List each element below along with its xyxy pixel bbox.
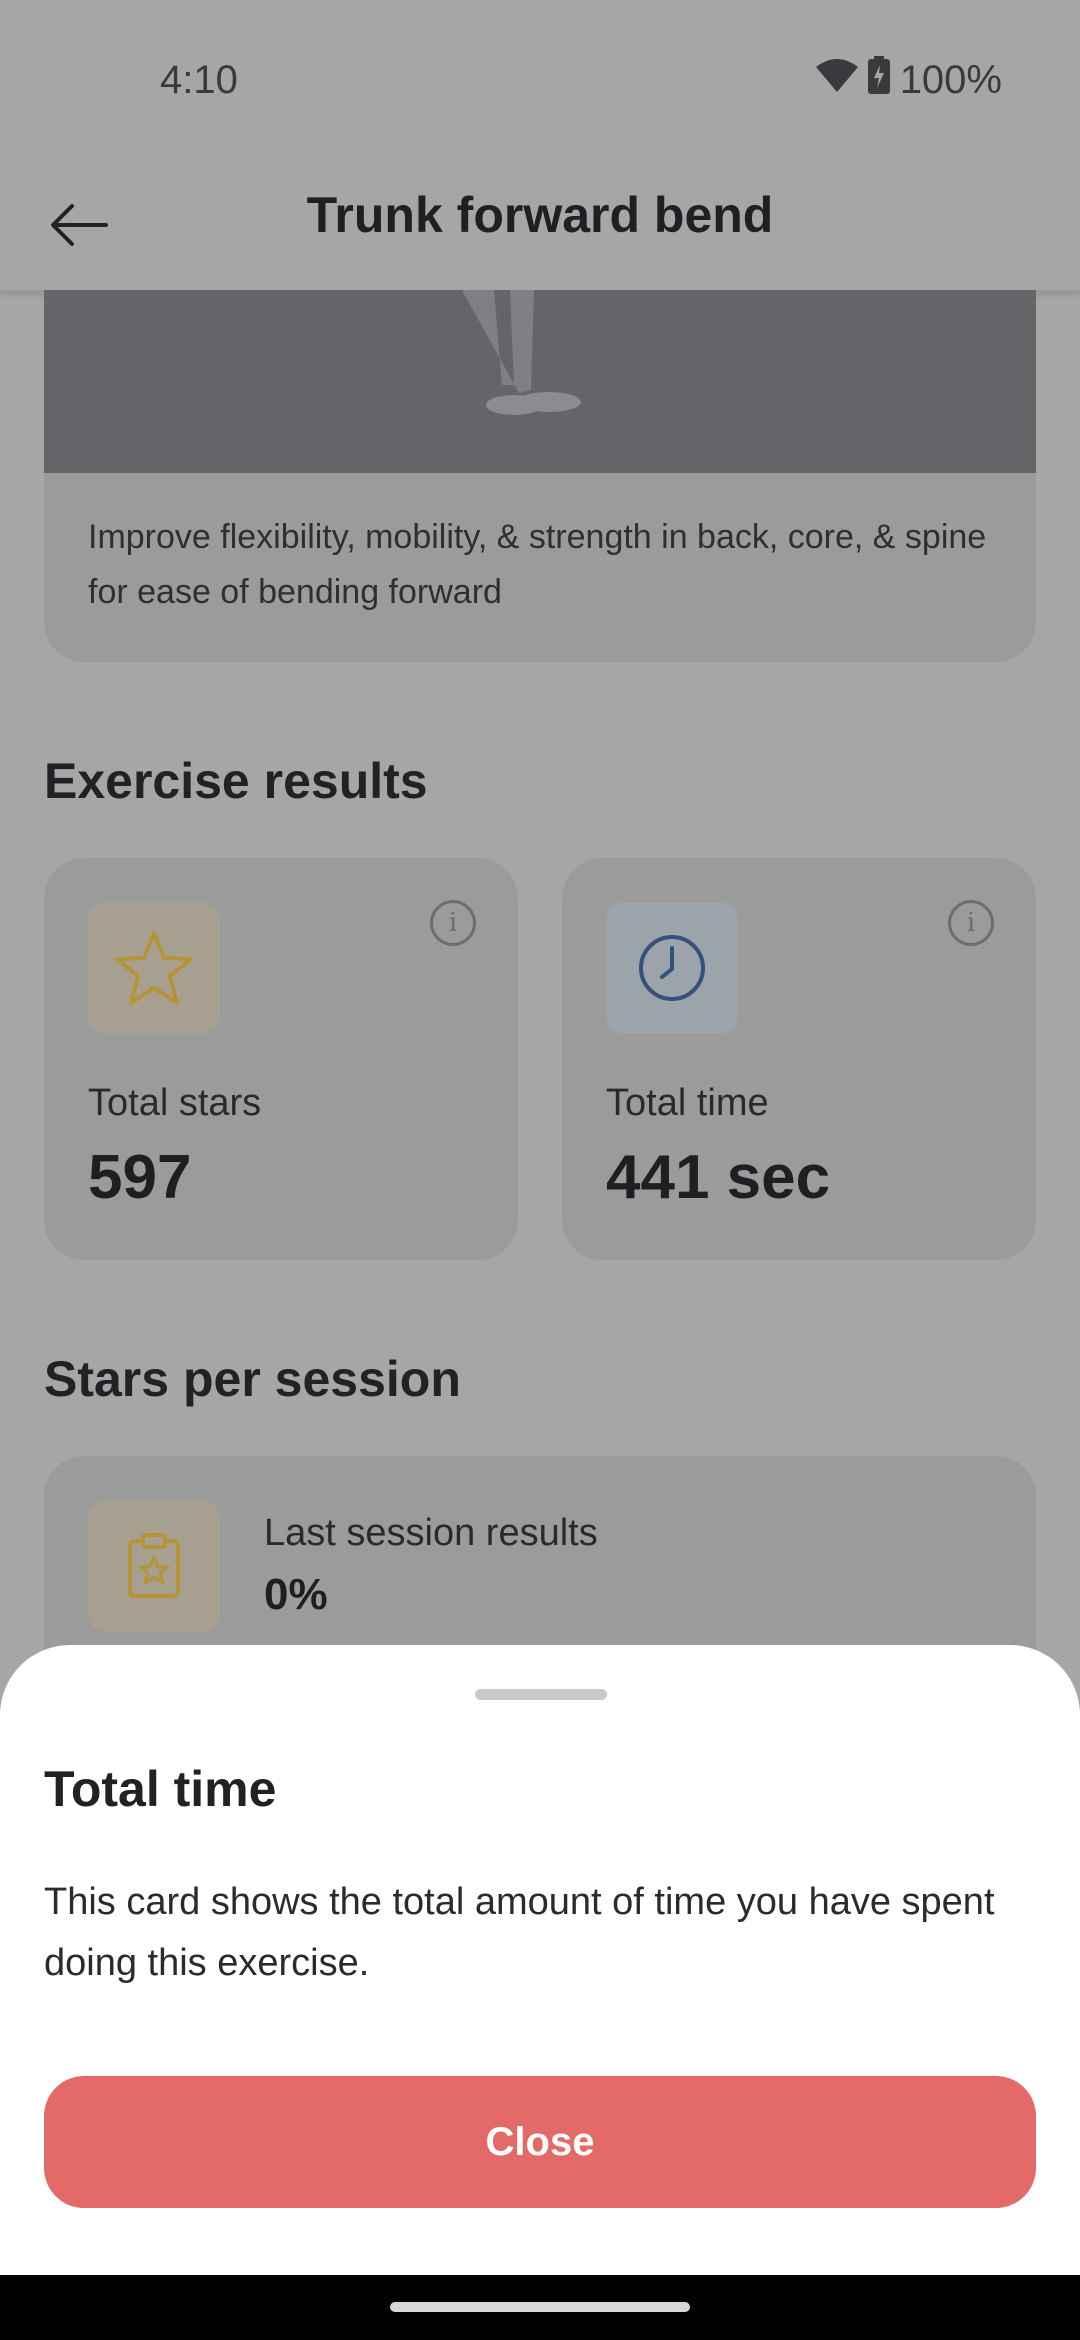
info-icon: i	[448, 908, 458, 938]
total-time-info-button[interactable]: i	[948, 900, 994, 946]
star-icon-box	[88, 902, 220, 1034]
home-gesture-handle[interactable]	[390, 2302, 690, 2312]
total-time-value: 441 sec	[606, 1143, 831, 1212]
total-stars-value: 597	[88, 1143, 192, 1212]
total-time-label: Total time	[606, 1082, 769, 1124]
total-stars-label: Total stars	[88, 1082, 262, 1124]
last-session-value: 0%	[264, 1570, 328, 1619]
status-time: 4:10	[160, 58, 238, 102]
sheet-drag-handle[interactable]	[475, 1689, 607, 1700]
star-icon	[115, 931, 193, 1005]
close-button[interactable]: Close	[44, 2076, 1036, 2208]
exercise-description: Improve flexibility, mobility, & strengt…	[88, 518, 987, 611]
last-session-label: Last session results	[264, 1512, 598, 1554]
clipboard-star-icon-box	[88, 1500, 220, 1632]
exercise-image	[44, 290, 1036, 473]
wifi-icon	[815, 58, 858, 103]
sheet-title: Total time	[44, 1761, 277, 1817]
battery-charging-icon	[867, 56, 890, 104]
info-icon: i	[966, 908, 976, 938]
sheet-body: This card shows the total amount of time…	[44, 1881, 995, 1984]
page-title: Trunk forward bend	[306, 187, 774, 243]
section-title-stars-per-session: Stars per session	[44, 1351, 461, 1407]
clock-icon-box	[606, 902, 738, 1034]
clipboard-star-icon	[128, 1533, 180, 1598]
battery-percent: 100%	[899, 57, 1002, 102]
section-title-results: Exercise results	[44, 753, 428, 809]
total-stars-info-button[interactable]: i	[430, 900, 476, 946]
status-icons: 100%	[815, 56, 1002, 104]
clock-icon	[639, 935, 705, 1001]
